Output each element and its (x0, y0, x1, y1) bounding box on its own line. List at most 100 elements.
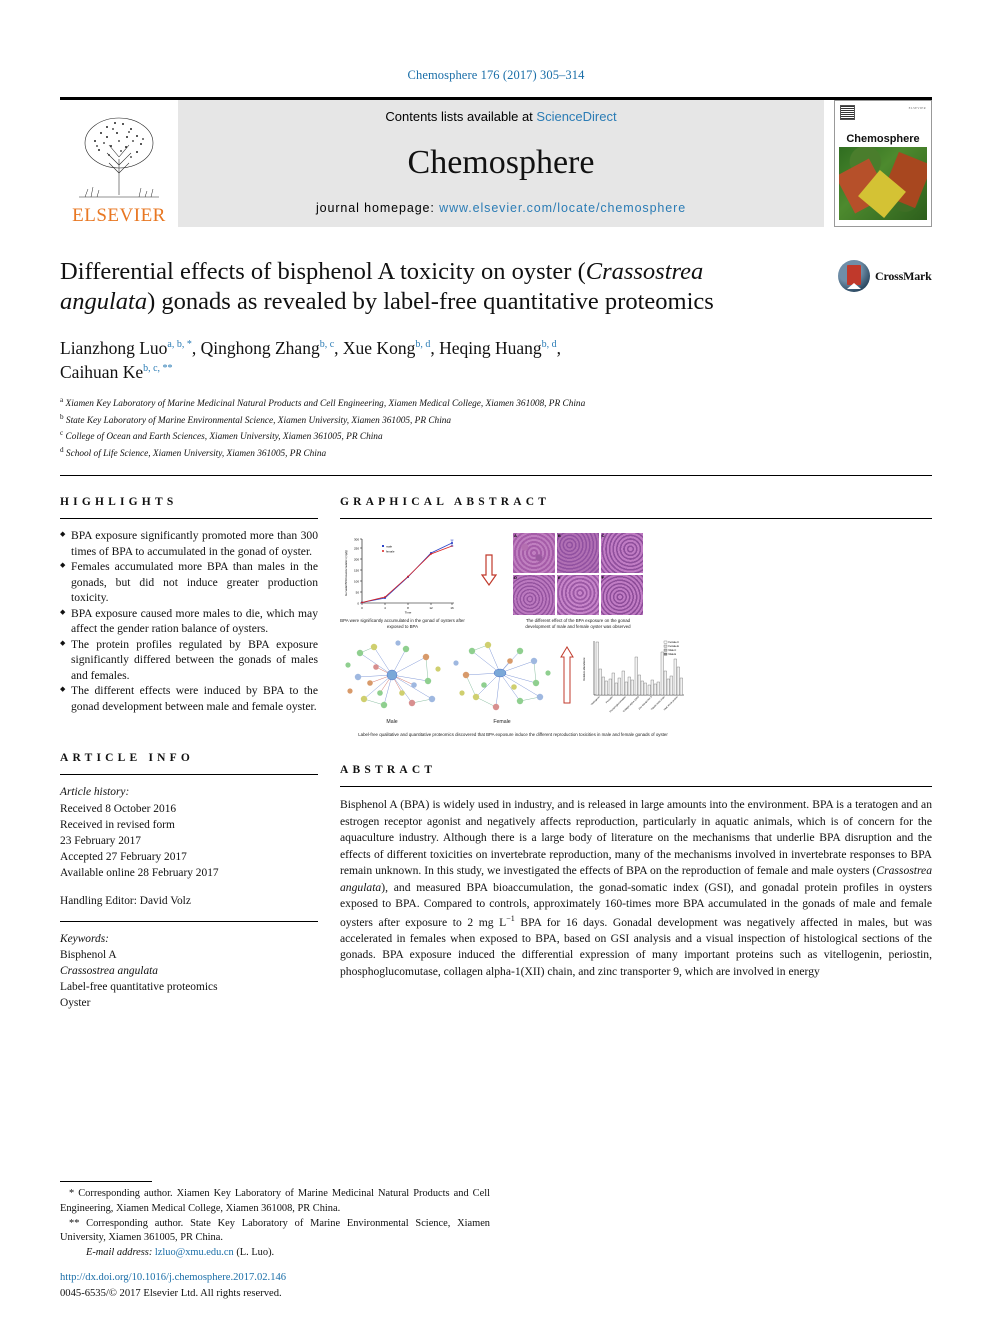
author-affil-marks: a, b, * (167, 338, 192, 350)
doi-link[interactable]: http://dx.doi.org/10.1016/j.chemosphere.… (60, 1270, 286, 1285)
contents-prefix: Contents lists available at (385, 109, 537, 124)
keyword-item: Crassostrea angulata (60, 965, 158, 978)
author-name[interactable]: Lianzhong Luo (60, 338, 167, 358)
homepage-url-link[interactable]: www.elsevier.com/locate/chemosphere (439, 201, 686, 215)
svg-text:Female-C: Female-C (669, 641, 680, 644)
bpa-accumulation-line-chart: 0 50 100 150 200 250 300 0 4 8 12 16 Time Gonad… (340, 533, 460, 615)
copyright-line: 0045-6535/© 2017 Elsevier Ltd. All right… (60, 1287, 282, 1299)
email-owner: (L. Luo). (236, 1247, 275, 1259)
graphical-abstract-figure: 0 50 100 150 200 250 300 0 4 8 12 16 Time Gonad… (340, 533, 710, 738)
abstract-rule (340, 786, 932, 788)
author-name[interactable]: Qinghong Zhang (201, 338, 320, 358)
corresponding-author-2: ** Corresponding author. State Key Labor… (60, 1217, 490, 1244)
histology-panel-block: A B C D E F The different effect of the … (513, 533, 643, 630)
author-list: Lianzhong Luoa, b, *, Qinghong Zhangb, c… (60, 337, 562, 382)
affiliation-item: c College of Ocean and Earth Sciences, X… (60, 428, 932, 445)
network-label-female: Female (493, 718, 511, 725)
author-affil-marks: b, c (319, 338, 335, 350)
affiliation-text: College of Ocean and Earth Sciences, Xia… (65, 432, 383, 443)
author-name[interactable]: Heqing Huang (439, 338, 542, 358)
histology-panel: D (513, 574, 556, 615)
journal-homepage-line: journal homepage: www.elsevier.com/locat… (316, 201, 686, 215)
svg-text:Male-C: Male-C (669, 649, 677, 652)
ga-top-row: 0 50 100 150 200 250 300 0 4 8 12 16 Time Gonad… (340, 533, 710, 631)
article-info-rule (60, 774, 318, 776)
histology-panel: C (600, 533, 643, 574)
female-protein-network: Female (450, 637, 554, 725)
affiliation-item: b State Key Laboratory of Marine Environ… (60, 412, 932, 429)
highlights-rule (60, 518, 318, 520)
svg-text:0: 0 (361, 606, 363, 610)
journal-title: Chemosphere (407, 143, 595, 181)
crossmark-badge[interactable]: CrossMark (838, 259, 934, 293)
elsevier-logo: ELSEVIER (60, 100, 178, 227)
author-name[interactable]: Xue Kong (343, 338, 415, 358)
svg-text:8: 8 (407, 606, 409, 610)
svg-text:200: 200 (354, 558, 359, 562)
title-part-2: ) gonads as revealed by label-free quant… (147, 288, 714, 316)
panel-label: A (514, 533, 517, 539)
article-info-heading: ARTICLE INFO (60, 752, 195, 765)
title-block: CrossMark Differential effects of bisphe… (60, 257, 932, 461)
affiliation-list: a Xiamen Key Laboratory of Marine Medici… (60, 395, 932, 461)
svg-text:Female-E: Female-E (669, 645, 680, 648)
article-history-item: Accepted 27 February 2017 (60, 851, 187, 864)
page-title: Differential effects of bisphenol A toxi… (60, 257, 780, 318)
title-genus: Crassostrea (585, 258, 704, 285)
sciencedirect-link[interactable]: ScienceDirect (536, 109, 616, 124)
svg-text:Male-E: Male-E (669, 653, 677, 656)
svg-text:4: 4 (384, 606, 386, 610)
panel-label: F (601, 574, 605, 580)
abstract-part-1: Bisphenol A (BPA) is widely used in indu… (340, 798, 932, 878)
author-name[interactable]: Caihuan Ke (60, 362, 143, 382)
ga-line-chart-block: 0 50 100 150 200 250 300 0 4 8 12 16 Time Gonad… (340, 533, 465, 631)
female-network-svg (453, 641, 551, 710)
footnote-block: * Corresponding author. Xiamen Key Labor… (60, 1181, 490, 1261)
affiliation-text: State Key Laboratory of Marine Environme… (65, 415, 452, 426)
cover-top: ELSEVIER Chemosphere (835, 101, 931, 147)
email-line: E-mail address: lzluo@xmu.edu.cn (L. Luo… (60, 1246, 490, 1261)
article-history-item: Received in revised form (60, 818, 175, 831)
svg-text:150: 150 (354, 569, 359, 573)
author-affil-marks: b, c, ** (143, 363, 173, 375)
svg-text:female: female (386, 549, 395, 553)
panel-label: D (514, 574, 517, 580)
email-link[interactable]: lzluo@xmu.edu.cn (155, 1247, 234, 1258)
article-history-item: 23 February 2017 (60, 834, 141, 847)
svg-text:Periostin: Periostin (605, 695, 614, 704)
crossmark-icon (838, 260, 870, 292)
article-history-item: Received 8 October 2016 (60, 802, 177, 815)
histology-panel: E (556, 574, 600, 615)
masthead-center: Contents lists available at ScienceDirec… (178, 100, 824, 227)
affiliation-text: Xiamen Key Laboratory of Marine Medicina… (65, 399, 586, 410)
email-label: E-mail address: (86, 1247, 153, 1259)
svg-text:0: 0 (357, 602, 359, 606)
svg-text:250: 250 (354, 547, 359, 551)
network-label-male: Male (386, 718, 398, 725)
doi-block: http://dx.doi.org/10.1016/j.chemosphere.… (60, 1270, 286, 1301)
homepage-label: journal homepage: (315, 201, 440, 215)
affiliation-mark: d (60, 445, 64, 454)
red-down-arrow-icon (481, 554, 497, 587)
affiliation-item: d School of Life Science, Xiamen Univers… (60, 445, 932, 462)
keywords-rule (60, 920, 318, 922)
histology-grid: A B C D E F (513, 533, 643, 615)
abstract-exponent: −1 (506, 913, 515, 923)
contents-available-line: Contents lists available at ScienceDirec… (385, 109, 616, 124)
svg-text:100: 100 (354, 580, 359, 584)
list-item: BPA exposure significantly promoted more… (60, 528, 318, 559)
svg-text:300: 300 (354, 538, 359, 542)
cover-journal-title: Chemosphere (846, 133, 920, 145)
svg-text:Zinc transporter 9: Zinc transporter 9 (638, 695, 653, 710)
highlights-heading: HIGHLIGHTS (60, 496, 178, 509)
graphical-abstract-rule (340, 518, 932, 520)
histology-panel: F (600, 574, 643, 615)
keyword-item: Bisphenol A (60, 948, 117, 961)
highlights-list: BPA exposure significantly promoted more… (60, 528, 318, 714)
author-affil-marks: b, d (541, 338, 557, 350)
list-item: The different effects were induced by BP… (60, 683, 318, 714)
cover-elsevier-icon (840, 105, 855, 120)
graphical-abstract-heading: GRAPHICAL ABSTRACT (340, 496, 551, 509)
svg-text:Gonadal BPA bioaccumulation (n: Gonadal BPA bioaccumulation (ng/g) (344, 550, 348, 596)
svg-text:16: 16 (450, 606, 454, 610)
